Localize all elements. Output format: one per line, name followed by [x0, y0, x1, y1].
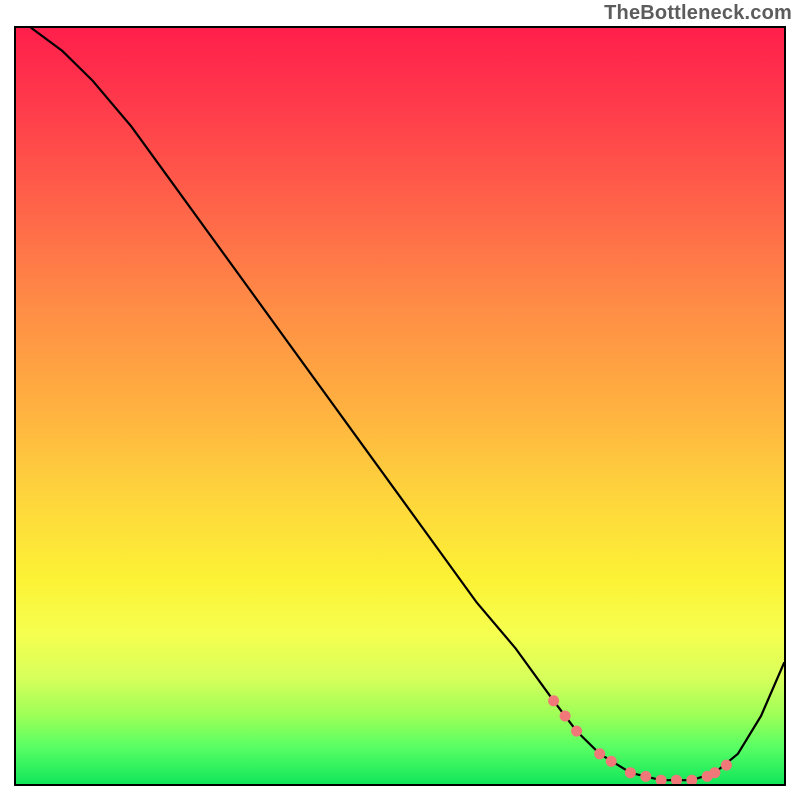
highlight-dot: [656, 775, 667, 784]
bottleneck-curve: [31, 28, 784, 780]
highlight-dot: [625, 767, 636, 778]
highlight-dot: [671, 775, 682, 784]
highlight-dots: [548, 695, 732, 784]
highlight-dot: [721, 760, 732, 771]
watermark-text: TheBottleneck.com: [604, 2, 792, 25]
highlight-dot: [709, 767, 720, 778]
highlight-dot: [571, 726, 582, 737]
highlight-dot: [560, 711, 571, 722]
curve-layer: [16, 28, 784, 784]
chart-frame: TheBottleneck.com: [0, 0, 800, 800]
highlight-dot: [594, 748, 605, 759]
highlight-dot: [606, 756, 617, 767]
highlight-dot: [548, 695, 559, 706]
highlight-dot: [686, 775, 697, 784]
plot-area: [14, 26, 786, 786]
highlight-dot: [640, 771, 651, 782]
